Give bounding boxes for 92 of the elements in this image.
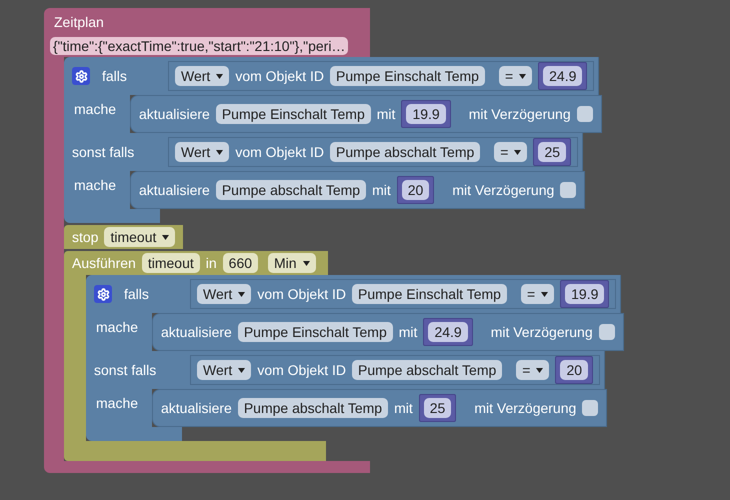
keyword-label: falls: [124, 284, 149, 304]
number-field[interactable]: 19.9: [406, 104, 446, 124]
delay-checkbox[interactable]: [576, 106, 593, 122]
with-label: mit: [398, 322, 418, 342]
operator-dropdown[interactable]: =: [516, 360, 550, 380]
run-label: Ausführen: [72, 254, 136, 272]
schedule-block-header[interactable]: Zeitplan {"time":{"exactTime":true,"start":"21:10"},"peri…: [44, 8, 370, 57]
object-id-field[interactable]: Pumpe Einschalt Temp: [352, 284, 507, 304]
keyword-label: sonst falls: [94, 360, 156, 380]
update-block[interactable]: aktualisiere Pumpe abschalt Temp mit 25 mit Verzögerung: [152, 389, 608, 427]
number-block[interactable]: 20: [555, 356, 594, 384]
caret-icon: [238, 368, 246, 372]
condition-block[interactable]: Wert vom Objekt ID Pumpe Einschalt Temp = 24.9: [168, 61, 594, 91]
caret-icon: [514, 150, 522, 154]
keyword-label: mache: [74, 101, 116, 117]
number-field[interactable]: 20: [560, 360, 588, 380]
caret-icon: [162, 234, 170, 240]
caret-icon: [238, 292, 246, 296]
caret-icon: [216, 150, 224, 154]
settings-icon[interactable]: [94, 285, 112, 303]
update-label: aktualisiere: [161, 322, 232, 342]
number-block[interactable]: 20: [396, 176, 434, 204]
object-id-field[interactable]: Pumpe abschalt Temp: [330, 142, 480, 162]
with-label: mit: [372, 180, 391, 200]
with-label: mit: [376, 104, 396, 124]
number-field[interactable]: 25: [424, 398, 452, 418]
delay-label: mit Verzögerung: [474, 398, 576, 418]
timeout-block-header[interactable]: Ausführen timeout in 660 Min: [64, 251, 328, 275]
number-field[interactable]: 24.9: [428, 322, 468, 342]
object-id-field[interactable]: Pumpe abschalt Temp: [238, 398, 388, 418]
property-dropdown[interactable]: Wert: [175, 142, 230, 162]
condition-label: vom Objekt ID: [257, 360, 346, 380]
caret-icon: [302, 260, 310, 266]
number-block[interactable]: 25: [533, 138, 572, 166]
timer-dropdown[interactable]: timeout: [104, 227, 176, 247]
update-label: aktualisiere: [161, 398, 232, 418]
timer-field[interactable]: timeout: [142, 253, 200, 273]
operator-dropdown[interactable]: =: [520, 284, 554, 304]
condition-label: vom Objekt ID: [235, 142, 324, 162]
caret-icon: [519, 74, 526, 78]
update-block[interactable]: aktualisiere Pumpe Einschalt Temp mit 19.9 mit Verzögerung: [130, 95, 602, 133]
update-block[interactable]: aktualisiere Pumpe Einschalt Temp mit 24.9 mit Verzögerung: [152, 313, 624, 351]
delay-checkbox[interactable]: [560, 182, 576, 198]
keyword-label: mache: [96, 395, 138, 411]
object-id-field[interactable]: Pumpe Einschalt Temp: [330, 66, 485, 86]
unit-dropdown[interactable]: Min: [268, 253, 316, 273]
number-block[interactable]: 24.9: [423, 318, 473, 346]
condition-block[interactable]: Wert vom Objekt ID Pumpe Einschalt Temp = 19.9: [190, 279, 616, 309]
property-dropdown[interactable]: Wert: [197, 360, 252, 380]
schedule-title: Zeitplan: [54, 13, 104, 32]
number-block[interactable]: 25: [418, 394, 456, 422]
delay-label: mit Verzögerung: [452, 180, 554, 200]
object-id-field[interactable]: Pumpe abschalt Temp: [216, 180, 366, 200]
keyword-label: mache: [74, 177, 116, 193]
caret-icon: [216, 74, 224, 78]
number-field[interactable]: 20: [402, 180, 430, 200]
delay-checkbox[interactable]: [598, 324, 615, 340]
schedule-config-field[interactable]: {"time":{"exactTime":true,"start":"21:10"},"peri…: [50, 37, 348, 55]
with-label: mit: [394, 398, 413, 418]
delay-label: mit Verzögerung: [490, 322, 593, 342]
stop-block[interactable]: stop timeout: [64, 225, 184, 249]
caret-icon: [536, 368, 544, 372]
number-field[interactable]: 24.9: [543, 66, 582, 86]
settings-icon[interactable]: [72, 67, 90, 85]
caret-icon: [541, 292, 548, 296]
object-id-field[interactable]: Pumpe Einschalt Temp: [238, 322, 393, 342]
object-id-field[interactable]: Pumpe Einschalt Temp: [216, 104, 371, 124]
update-block[interactable]: aktualisiere Pumpe abschalt Temp mit 20 mit Verzögerung: [130, 171, 586, 209]
number-block[interactable]: 24.9: [538, 62, 588, 90]
keyword-label: falls: [102, 66, 127, 86]
object-id-field[interactable]: Pumpe abschalt Temp: [352, 360, 502, 380]
property-dropdown[interactable]: Wert: [197, 284, 252, 304]
number-block[interactable]: 19.9: [401, 100, 451, 128]
operator-dropdown[interactable]: =: [498, 66, 532, 86]
number-block[interactable]: 19.9: [560, 280, 610, 308]
number-field[interactable]: 25: [538, 142, 566, 162]
update-label: aktualisiere: [139, 180, 210, 200]
property-dropdown[interactable]: Wert: [175, 66, 230, 86]
delay-label: mit Verzögerung: [468, 104, 571, 124]
operator-dropdown[interactable]: =: [494, 142, 528, 162]
condition-block[interactable]: Wert vom Objekt ID Pumpe abschalt Temp = 25: [168, 137, 578, 167]
condition-block[interactable]: Wert vom Objekt ID Pumpe abschalt Temp = 20: [190, 355, 600, 385]
keyword-label: mache: [96, 319, 138, 335]
keyword-label: sonst falls: [72, 142, 134, 162]
number-field[interactable]: 19.9: [565, 284, 604, 304]
stop-label: stop: [72, 228, 98, 247]
condition-label: vom Objekt ID: [257, 284, 346, 304]
in-label: in: [206, 254, 217, 272]
amount-field[interactable]: 660: [222, 253, 258, 273]
condition-label: vom Objekt ID: [235, 66, 324, 86]
delay-checkbox[interactable]: [582, 400, 598, 416]
update-label: aktualisiere: [139, 104, 210, 124]
